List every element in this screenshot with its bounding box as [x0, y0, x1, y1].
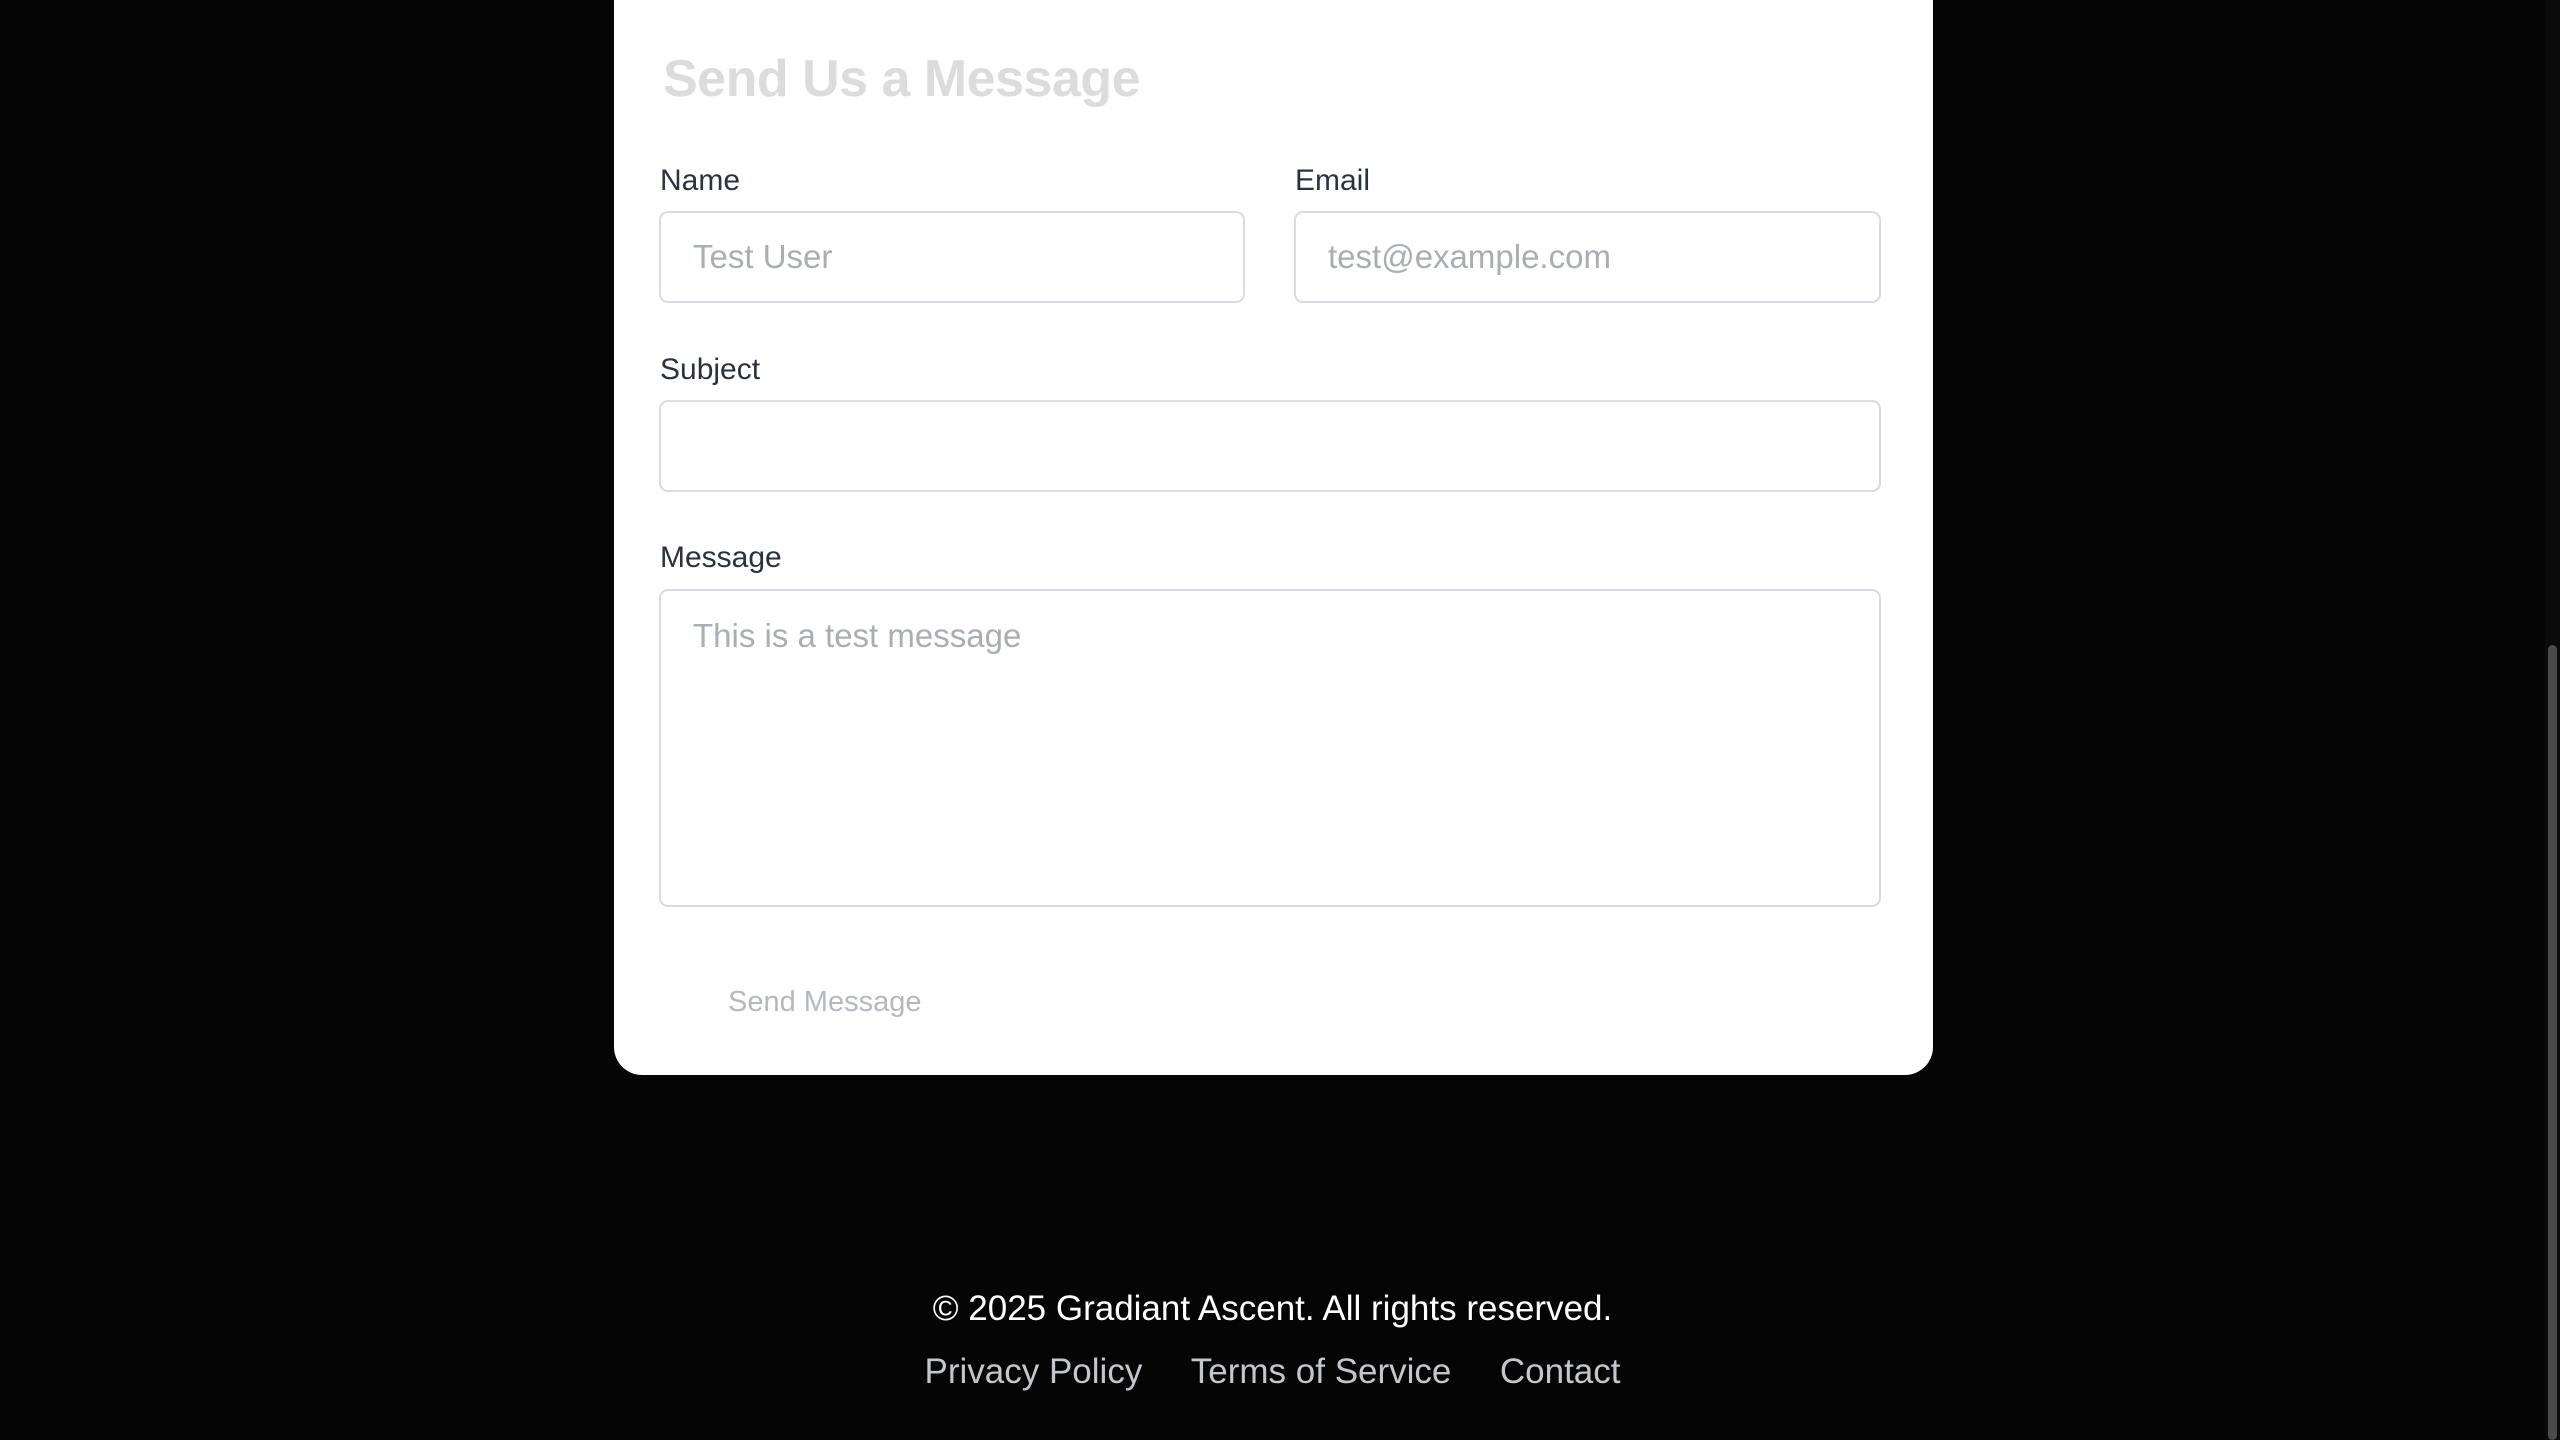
- footer-link-terms-of-service[interactable]: Terms of Service: [1191, 1352, 1452, 1392]
- page: Send Us a Message Name Email Subject Mes…: [0, 0, 2560, 1440]
- subject-input[interactable]: [659, 400, 1881, 492]
- form-title: Send Us a Message: [663, 50, 1141, 108]
- subject-label: Subject: [660, 353, 761, 386]
- name-label: Name: [660, 164, 741, 197]
- scrollbar-thumb[interactable]: [2548, 645, 2557, 1440]
- email-label: Email: [1295, 164, 1371, 197]
- footer-link-contact[interactable]: Contact: [1500, 1352, 1621, 1392]
- send-message-button[interactable]: Send Message: [692, 972, 957, 1032]
- name-input[interactable]: [659, 211, 1245, 303]
- copyright-text: © 2025 Gradiant Ascent. All rights reser…: [932, 1289, 1613, 1328]
- email-input[interactable]: [1294, 211, 1881, 303]
- footer-link-privacy-policy[interactable]: Privacy Policy: [925, 1352, 1143, 1392]
- contact-form-card: Send Us a Message Name Email Subject Mes…: [614, 0, 1933, 1075]
- footer-links: Privacy Policy Terms of Service Contact: [0, 1352, 2545, 1392]
- message-label: Message: [660, 541, 782, 574]
- message-textarea[interactable]: [659, 589, 1881, 907]
